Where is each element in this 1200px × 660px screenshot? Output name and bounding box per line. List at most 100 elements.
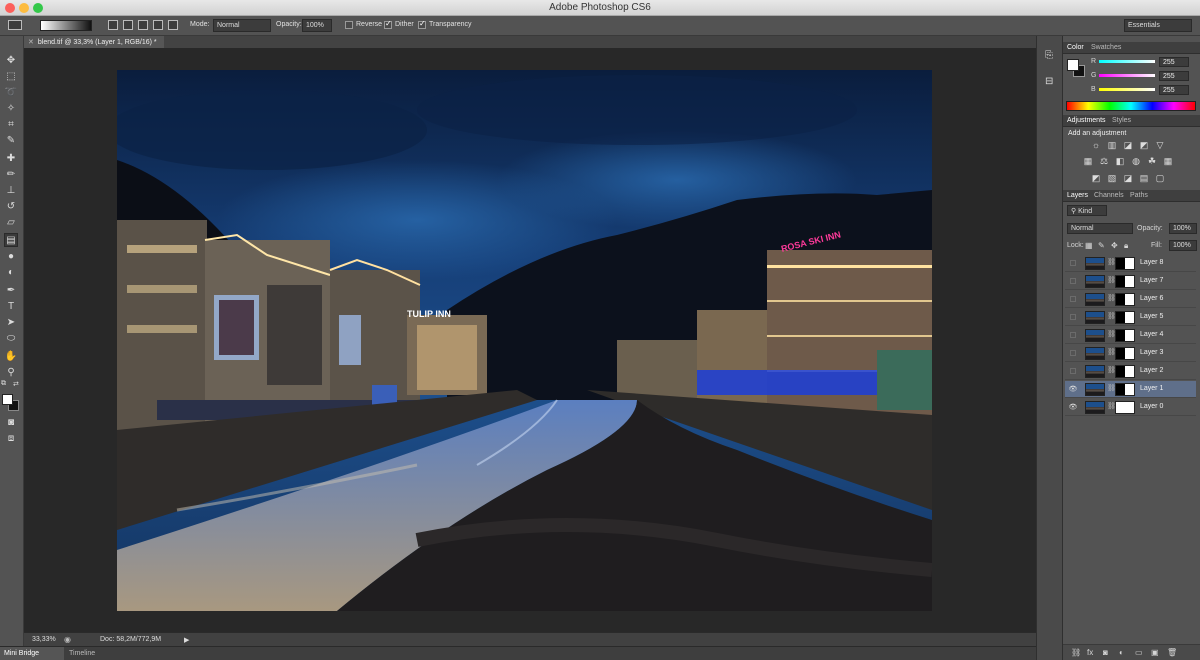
layer-mask-thumbnail[interactable] <box>1115 329 1135 342</box>
layer-row[interactable]: ⛓ Layer 3 <box>1065 345 1196 362</box>
gradient-tool-icon[interactable]: ▤ <box>4 233 18 247</box>
visibility-toggle[interactable] <box>1070 278 1076 284</box>
tab-swatches[interactable]: Swatches <box>1091 44 1121 51</box>
tab-adjustments[interactable]: Adjustments <box>1067 117 1106 124</box>
diamond-gradient-icon[interactable] <box>168 20 178 30</box>
new-group-icon[interactable]: ▭ <box>1135 648 1143 657</box>
layer-thumbnail[interactable] <box>1085 329 1105 342</box>
b-channel-value[interactable]: 255 <box>1159 85 1189 95</box>
dither-checkbox[interactable]: ✓ <box>384 19 392 29</box>
layer-thumbnail[interactable] <box>1085 293 1105 306</box>
invert-icon[interactable]: ◩ <box>1091 174 1101 183</box>
hand-tool-icon[interactable]: ✋ <box>4 350 18 364</box>
g-channel-value[interactable]: 255 <box>1159 71 1189 81</box>
tab-styles[interactable]: Styles <box>1112 117 1131 124</box>
layer-mask-thumbnail[interactable] <box>1115 311 1135 324</box>
layer-thumbnail[interactable] <box>1085 311 1105 324</box>
transparency-checkbox[interactable]: ✓ <box>418 19 426 29</box>
tab-paths[interactable]: Paths <box>1130 192 1148 199</box>
lasso-tool-icon[interactable]: ➰ <box>4 86 18 100</box>
brush-tool-icon[interactable]: ✏ <box>4 168 18 182</box>
layer-row[interactable]: ⛓ Layer 4 <box>1065 327 1196 344</box>
history-panel-icon[interactable]: ⎘ <box>1045 50 1053 61</box>
layer-thumbnail[interactable] <box>1085 275 1105 288</box>
tab-color[interactable]: Color <box>1067 44 1084 51</box>
exposure-icon[interactable]: ◩ <box>1139 141 1149 150</box>
document-canvas-image[interactable]: TULIP INN ROSA SKI INN <box>117 70 932 611</box>
layer-mask-thumbnail[interactable] <box>1115 347 1135 360</box>
brightness-contrast-icon[interactable]: ☼ <box>1091 141 1101 150</box>
properties-panel-icon[interactable]: ⊟ <box>1045 76 1053 87</box>
type-tool-icon[interactable]: T <box>4 300 18 314</box>
visibility-eye-icon[interactable]: 👁︎ <box>1068 385 1078 394</box>
link-layers-icon[interactable]: ⛓ <box>1071 648 1081 657</box>
visibility-toggle[interactable] <box>1070 368 1076 374</box>
layer-row[interactable]: ⛓ Layer 5 <box>1065 309 1196 326</box>
layer-filter-select[interactable]: ⚲ Kind <box>1067 205 1107 216</box>
layer-thumbnail[interactable] <box>1085 347 1105 360</box>
layer-row[interactable]: ⛓ Layer 7 <box>1065 273 1196 290</box>
r-channel-value[interactable]: 255 <box>1159 57 1189 67</box>
clone-stamp-tool-icon[interactable]: ⊥ <box>4 184 18 198</box>
visibility-toggle[interactable] <box>1070 332 1076 338</box>
dodge-tool-icon[interactable]: ◐ <box>4 266 18 280</box>
channel-mixer-icon[interactable]: ☘ <box>1147 157 1157 166</box>
blur-tool-icon[interactable]: ● <box>4 250 18 264</box>
quick-mask-icon[interactable]: ◙ <box>4 416 18 430</box>
blend-mode-select[interactable]: Normal <box>1067 223 1133 234</box>
marquee-tool-icon[interactable]: ⬚ <box>4 70 18 84</box>
document-tab[interactable]: ✕ blend.tif @ 33,3% (Layer 1, RGB/16) * <box>24 36 164 48</box>
layer-mask-thumbnail[interactable] <box>1115 401 1135 414</box>
visibility-eye-icon[interactable]: 👁︎ <box>1068 403 1078 412</box>
gradient-picker[interactable] <box>40 20 92 31</box>
add-mask-icon[interactable]: ◙ <box>1103 648 1108 657</box>
zoom-level[interactable]: 33,33% <box>32 636 56 643</box>
opacity-input[interactable]: 100% <box>302 19 332 32</box>
move-tool-icon[interactable]: ✥ <box>4 54 18 68</box>
photo-filter-icon[interactable]: ◍ <box>1131 157 1141 166</box>
curves-icon[interactable]: ◪ <box>1123 141 1133 150</box>
radial-gradient-icon[interactable] <box>123 20 133 30</box>
r-channel-slider[interactable] <box>1099 60 1155 63</box>
angle-gradient-icon[interactable] <box>138 20 148 30</box>
reverse-checkbox[interactable] <box>345 21 353 29</box>
layer-mask-thumbnail[interactable] <box>1115 365 1135 378</box>
selective-color-icon[interactable]: ▢ <box>1155 174 1165 183</box>
foreground-color-swatch[interactable] <box>2 394 13 405</box>
visibility-toggle[interactable] <box>1070 314 1076 320</box>
close-tab-icon[interactable]: ✕ <box>28 39 34 46</box>
eraser-tool-icon[interactable]: ▱ <box>4 216 18 230</box>
lock-transparent-icon[interactable]: ▦ <box>1085 241 1093 250</box>
color-lookup-icon[interactable]: ▦ <box>1163 157 1173 166</box>
magic-wand-tool-icon[interactable]: ✧ <box>4 102 18 116</box>
tab-timeline[interactable]: Timeline <box>69 650 95 657</box>
pen-tool-icon[interactable]: ✒ <box>4 284 18 298</box>
layer-row[interactable]: ⛓ Layer 8 <box>1065 255 1196 272</box>
screen-mode-icon[interactable]: ⧈ <box>4 432 18 446</box>
layer-row[interactable]: 👁︎ ⛓ Layer 1 <box>1065 381 1196 398</box>
layer-row[interactable]: ⛓ Layer 2 <box>1065 363 1196 380</box>
status-menu-icon[interactable]: ◉ <box>64 635 71 644</box>
vibrance-icon[interactable]: ▽ <box>1155 141 1165 150</box>
history-brush-tool-icon[interactable]: ↺ <box>4 200 18 214</box>
swap-colors-icon[interactable]: ⇄ <box>13 380 19 388</box>
threshold-icon[interactable]: ◪ <box>1123 174 1133 183</box>
tool-preset-picker[interactable] <box>8 20 22 30</box>
lock-position-icon[interactable]: ✥ <box>1111 241 1118 250</box>
default-colors-icon[interactable]: ⧉ <box>1 380 6 388</box>
color-panel-foreground-swatch[interactable] <box>1067 59 1079 71</box>
layer-row[interactable]: 👁︎ ⛓ Layer 0 <box>1065 399 1196 416</box>
fill-input[interactable]: 100% <box>1169 240 1197 251</box>
healing-brush-tool-icon[interactable]: ✚ <box>4 152 18 166</box>
eyedropper-tool-icon[interactable]: ✎ <box>4 134 18 148</box>
path-selection-tool-icon[interactable]: ➤ <box>4 316 18 330</box>
status-arrow-icon[interactable]: ▶ <box>184 636 189 644</box>
linear-gradient-icon[interactable] <box>108 20 118 30</box>
layer-mask-thumbnail[interactable] <box>1115 383 1135 396</box>
layer-thumbnail[interactable] <box>1085 365 1105 378</box>
visibility-toggle[interactable] <box>1070 260 1076 266</box>
delete-layer-icon[interactable]: 🗑︎ <box>1167 648 1177 657</box>
hue-saturation-icon[interactable]: ▦ <box>1083 157 1093 166</box>
b-channel-slider[interactable] <box>1099 88 1155 91</box>
workspace-switcher[interactable]: Essentials <box>1124 19 1192 32</box>
